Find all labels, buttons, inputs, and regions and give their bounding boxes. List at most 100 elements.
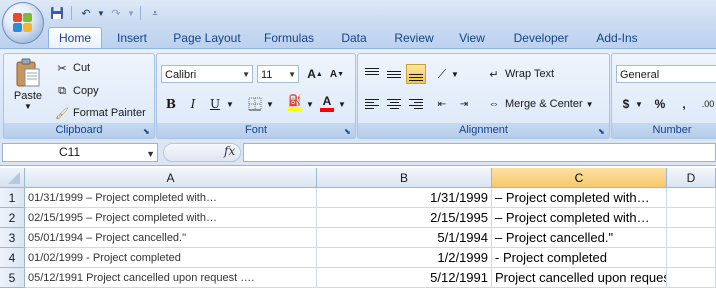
tab-formulas[interactable]: Formulas [260, 28, 318, 48]
undo-dropdown-icon[interactable]: ▼ [97, 4, 105, 22]
bottom-align-button[interactable] [406, 64, 426, 84]
cell-d1[interactable] [667, 188, 716, 208]
underline-dropdown-icon[interactable]: ▼ [225, 94, 235, 114]
alignment-group-label: Alignment [358, 123, 609, 138]
currency-dropdown-icon[interactable]: ▼ [634, 94, 644, 114]
redo-dropdown-icon[interactable]: ▼ [127, 4, 135, 22]
wrap-text-button[interactable]: ↵ Wrap Text [486, 66, 554, 82]
font-group-label: Font [157, 123, 355, 138]
font-size-value: 11 [261, 69, 273, 81]
increase-indent-button[interactable]: ⇥ [454, 94, 474, 114]
tab-data[interactable]: Data [336, 28, 372, 48]
quick-access-toolbar: ↶ ▼ ↷ ▼ ⩡ [48, 4, 164, 22]
office-button[interactable] [2, 2, 44, 44]
comma-style-button[interactable]: , [674, 94, 694, 114]
underline-button[interactable]: U [205, 94, 225, 114]
font-dialog-launcher-icon[interactable]: ⬊ [344, 127, 353, 136]
borders-dropdown-icon[interactable]: ▼ [265, 94, 275, 114]
cell-d4[interactable] [667, 248, 716, 268]
font-color-button[interactable]: A [317, 92, 337, 114]
orientation-button[interactable]: ⟋ [432, 64, 452, 84]
cell-a1[interactable]: 01/31/1999 – Project completed with… [25, 188, 317, 208]
font-size-select[interactable]: 11 ▼ [257, 65, 299, 83]
clipboard-dialog-launcher-icon[interactable]: ⬊ [143, 127, 152, 136]
format-painter-button[interactable]: 🖌 Format Painter [54, 105, 146, 121]
cell-a2[interactable]: 02/15/1995 – Project completed with… [25, 208, 317, 228]
copy-button[interactable]: ⧉ Copy [54, 83, 99, 99]
cell-c4[interactable]: - Project completed [492, 248, 667, 268]
fill-color-button[interactable]: ⛽ [285, 92, 305, 114]
top-align-button[interactable] [362, 64, 382, 84]
middle-align-button[interactable] [384, 64, 404, 84]
cell-d2[interactable] [667, 208, 716, 228]
row-header[interactable]: 2 [0, 208, 25, 228]
cell-c2[interactable]: – Project completed with… [492, 208, 667, 228]
cell-d5[interactable] [667, 268, 716, 288]
cell-a4[interactable]: 01/02/1999 - Project completed [25, 248, 317, 268]
tab-insert[interactable]: Insert [110, 28, 154, 48]
paste-dropdown-icon[interactable]: ▼ [24, 102, 32, 111]
cell-b2[interactable]: 2/15/1995 [317, 208, 492, 228]
cell-b5[interactable]: 5/12/1991 [317, 268, 492, 288]
tab-view[interactable]: View [454, 28, 490, 48]
cell-c1[interactable]: – Project completed with… [492, 188, 667, 208]
formula-input[interactable] [243, 143, 716, 162]
shrink-font-button[interactable]: A ▼ [327, 64, 347, 84]
formula-bar: C11 ▼ fx [0, 139, 716, 166]
cell-c3[interactable]: – Project cancelled." [492, 228, 667, 248]
tab-add-ins[interactable]: Add-Ins [590, 28, 644, 48]
name-box[interactable]: C11 ▼ [2, 143, 158, 162]
decrease-indent-button[interactable]: ⇤ [432, 94, 452, 114]
cell-b1[interactable]: 1/31/1999 [317, 188, 492, 208]
fill-color-dropdown-icon[interactable]: ▼ [305, 94, 315, 114]
save-icon[interactable] [48, 4, 66, 22]
cell-d3[interactable] [667, 228, 716, 248]
column-header-c[interactable]: C [492, 168, 667, 188]
merge-center-button[interactable]: ⇔ Merge & Center ▼ [486, 96, 594, 112]
align-center-button[interactable] [384, 94, 404, 114]
borders-button[interactable] [245, 94, 265, 114]
number-group: General $ ▼ % , .00 Number [611, 53, 716, 139]
cell-b4[interactable]: 1/2/1999 [317, 248, 492, 268]
cell-b3[interactable]: 5/1/1994 [317, 228, 492, 248]
tab-page-layout[interactable]: Page Layout [168, 28, 246, 48]
number-format-value: General [620, 69, 660, 81]
cell-a3[interactable]: 05/01/1994 – Project cancelled." [25, 228, 317, 248]
undo-icon[interactable]: ↶ [77, 4, 95, 22]
increase-decimal-button[interactable]: .00 [698, 94, 716, 114]
select-all-corner[interactable] [0, 168, 25, 188]
tab-home[interactable]: Home [48, 27, 102, 49]
currency-button[interactable]: $ [616, 94, 636, 114]
redo-icon[interactable]: ↷ [107, 4, 125, 22]
insert-function-icon[interactable]: fx [224, 144, 235, 158]
alignment-dialog-launcher-icon[interactable]: ⬊ [598, 127, 607, 136]
row-header[interactable]: 3 [0, 228, 25, 248]
row-header[interactable]: 4 [0, 248, 25, 268]
grow-font-button[interactable]: A ▲ [305, 64, 325, 84]
clipboard-group: Paste ▼ ✂ Cut ⧉ Copy 🖌 Format Painter Clipb… [3, 53, 155, 139]
tab-developer[interactable]: Developer [508, 28, 574, 48]
percent-button[interactable]: % [650, 94, 670, 114]
font-color-dropdown-icon[interactable]: ▼ [337, 94, 347, 114]
row-header[interactable]: 1 [0, 188, 25, 208]
paste-button[interactable]: Paste ▼ [8, 58, 48, 118]
number-format-select[interactable]: General [616, 65, 716, 83]
clipboard-group-label: Clipboard [4, 123, 154, 138]
align-right-button[interactable] [406, 94, 426, 114]
orientation-dropdown-icon[interactable]: ▼ [450, 64, 460, 84]
column-header-b[interactable]: B [317, 168, 492, 188]
align-left-button[interactable] [362, 94, 382, 114]
cut-button[interactable]: ✂ Cut [54, 60, 90, 76]
italic-button[interactable]: I [183, 94, 203, 114]
qat-separator [140, 6, 141, 20]
column-header-d[interactable]: D [667, 168, 716, 188]
tab-review[interactable]: Review [390, 28, 438, 48]
column-header-a[interactable]: A [25, 168, 317, 188]
cell-a5[interactable]: 05/12/1991 Project cancelled upon reques… [25, 268, 317, 288]
font-name-select[interactable]: Calibri ▼ [161, 65, 253, 83]
row-header[interactable]: 5 [0, 268, 25, 288]
scissors-icon: ✂ [57, 62, 67, 75]
cell-c5[interactable]: Project cancelled upon request …. [492, 268, 667, 288]
customize-qat-icon[interactable]: ⩡ [146, 4, 164, 22]
bold-button[interactable]: B [161, 94, 181, 114]
